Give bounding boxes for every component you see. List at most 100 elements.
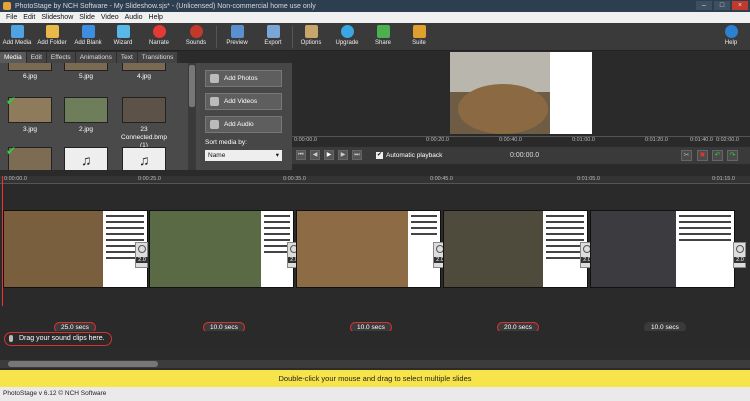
tab-effects[interactable]: Effects [46,52,75,63]
add-folder-button[interactable]: Add Folder [35,24,69,50]
help-button[interactable]: Help [720,24,742,50]
add-videos-label: Add Videos [224,98,258,105]
cut-icon[interactable]: ✂ [681,150,692,161]
media-caption: 5.jpg [78,73,94,80]
timeline-ruler[interactable]: 0:00:00.0 0:00:25.0 0:00:35.0 0:00:45.0 … [0,176,750,184]
media-scrollbar[interactable] [188,63,196,170]
media-thumbnail[interactable]: ♫ [122,147,166,170]
upgrade-label: Upgrade [335,40,359,46]
export-button[interactable]: Export [260,24,286,50]
media-thumbnail[interactable] [64,63,108,71]
media-thumbnail[interactable]: ✔ [6,144,52,170]
sounds-button[interactable]: Sounds [184,24,208,50]
hint-bar: Double-click your mouse and drag to sele… [0,370,750,387]
add-audio-button[interactable]: Add Audio [205,116,282,133]
add-photos-label: Add Photos [224,75,258,82]
timeline-scrollbar[interactable] [0,360,750,368]
add-media-button[interactable]: Add Media [2,24,32,50]
ruler-tick: 0:01:40.0 [690,137,713,143]
menu-help[interactable]: Help [149,14,163,21]
status-bar: PhotoStage v 6.12 © NCH Software [0,387,750,401]
tab-media[interactable]: Media [0,52,26,63]
sound-track[interactable]: Drag your sound clips here. [0,331,750,348]
add-audio-label: Add Audio [224,121,254,128]
narrate-label: Narrate [148,40,169,46]
sort-select[interactable]: Name [205,150,282,161]
menu-file[interactable]: File [6,14,17,21]
next-button[interactable]: ▶ [338,150,348,160]
app-icon [3,2,11,10]
previous-button[interactable]: ◀ [310,150,320,160]
timeline-slide[interactable] [3,210,148,288]
share-button[interactable]: Share [372,24,394,50]
media-caption: 6.jpg [22,73,38,80]
menu-audio[interactable]: Audio [125,14,143,21]
menu-edit[interactable]: Edit [23,14,35,21]
checkmark-icon: ✔ [6,144,17,158]
tab-transitions[interactable]: Transitions [137,52,178,63]
close-button[interactable]: × [732,1,748,10]
undo-icon[interactable]: ↶ [712,150,723,161]
ruler-tick: 0:00:20.0 [426,137,449,143]
add-videos-button[interactable]: Add Videos [205,93,282,110]
export-icon [266,25,280,38]
toolbar-separator [216,26,217,48]
add-blank-button[interactable]: Add Blank [73,24,103,50]
options-button[interactable]: Options [298,24,324,50]
scrollbar-thumb[interactable] [189,65,195,107]
transition-marker[interactable]: 2.0 [135,242,148,268]
preview-button[interactable]: Preview [224,24,250,50]
ruler-tick: 0:01:15.0 [712,176,735,182]
record-icon [152,25,166,38]
menu-video[interactable]: Video [101,14,119,21]
tab-animations[interactable]: Animations [75,52,116,63]
menu-slideshow[interactable]: Slideshow [41,14,73,21]
narrate-button[interactable]: Narrate [146,24,172,50]
menu-slide[interactable]: Slide [79,14,95,21]
media-thumbnail[interactable] [8,63,52,71]
sound-drop-zone[interactable]: Drag your sound clips here. [4,332,112,346]
media-tabs: Media Edit Effects Animations Text Trans… [0,52,180,63]
timeline-slide[interactable] [443,210,588,288]
delete-icon[interactable]: ✖ [697,150,708,161]
tab-edit[interactable]: Edit [26,52,46,63]
media-thumbnail[interactable] [122,97,166,123]
wizard-icon [116,25,130,38]
skip-start-button[interactable]: ⏮ [296,150,306,160]
playhead[interactable] [2,176,3,306]
folder-icon [45,25,59,38]
redo-icon[interactable]: ↷ [727,150,738,161]
media-thumbnail[interactable] [64,97,108,123]
preview-table [458,84,548,134]
timeline-slide[interactable] [149,210,294,288]
add-photos-button[interactable]: Add Photos [205,70,282,87]
tab-text[interactable]: Text [116,52,137,63]
suite-button[interactable]: Suite [408,24,430,50]
toolbar-separator [292,26,293,48]
autoplay-checkbox[interactable]: ✔ Automatic playback [376,152,442,159]
ruler-tick: 0:00:00.0 [4,176,27,182]
preview-ruler[interactable]: 0:00:00.0 0:00:20.0 0:00:40.0 0:01:00.0 … [292,136,750,145]
media-thumbnail[interactable]: ✔ [6,95,52,123]
share-label: Share [374,40,391,46]
minimize-button[interactable]: – [696,1,712,10]
timeline-slide[interactable] [590,210,735,288]
skip-end-button[interactable]: ⏭ [352,150,362,160]
timeline-slide[interactable] [296,210,441,288]
scrollbar-thumb[interactable] [8,361,158,367]
transition-duration: 2.0 [136,257,148,263]
wizard-button[interactable]: Wizard [111,24,135,50]
preview-image [450,52,592,134]
add-folder-label: Add Folder [37,40,67,46]
media-thumbnail[interactable] [122,63,166,71]
microphone-icon [9,335,13,342]
play-button[interactable]: ▶ [324,150,334,160]
maximize-button[interactable]: □ [714,1,730,10]
export-label: Export [264,40,282,46]
upgrade-button[interactable]: Upgrade [334,24,360,50]
add-media-icon [10,25,24,38]
transition-duration: 2.0 [734,257,746,263]
media-thumbnail[interactable]: ♫ [64,147,108,170]
preview-label: Preview [226,40,248,46]
transition-marker[interactable]: 2.0 [733,242,746,268]
